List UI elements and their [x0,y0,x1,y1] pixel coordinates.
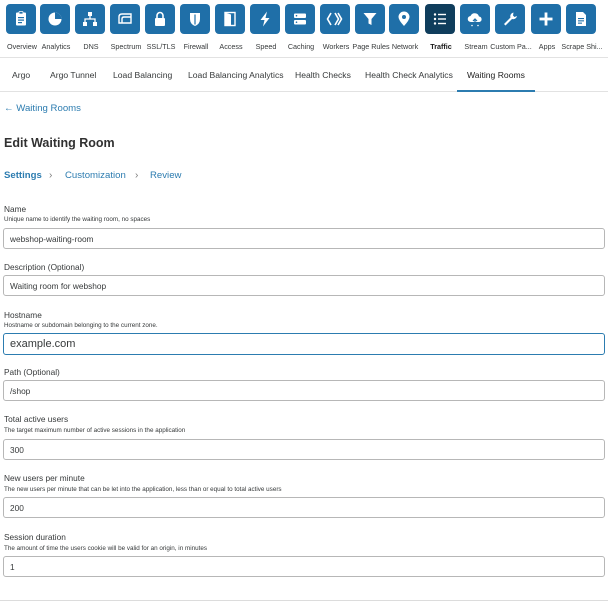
back-to-waiting-rooms-link[interactable]: ← Waiting Rooms [4,103,81,114]
door-icon [215,4,245,34]
name-help: Unique name to identify the waiting room… [4,216,151,223]
description-label: Description (Optional) [4,262,85,272]
total-active-users-help: The target maximum number of active sess… [4,427,186,434]
step-customization[interactable]: Customization [65,170,126,181]
spectrum-icon [110,4,140,34]
lightning-icon [250,4,280,34]
wrench-icon [495,4,525,34]
step-settings[interactable]: Settings [4,170,42,181]
clipboard-icon [6,4,36,34]
tab-health-check-analytics[interactable]: Health Check Analytics [365,58,453,92]
document-icon [566,4,596,34]
app-scrape-shield[interactable]: Scrape Shi... [561,4,603,54]
session-duration-label: Session duration [4,532,66,542]
hostname-input[interactable] [3,333,605,355]
tab-waiting-rooms[interactable]: Waiting Rooms [457,58,535,92]
pie-chart-icon [40,4,70,34]
path-input[interactable] [3,380,605,401]
tab-load-balancing-analytics[interactable]: Load Balancing Analytics [188,58,284,92]
step-review[interactable]: Review [150,170,181,181]
total-active-users-label: Total active users [4,414,69,424]
lock-icon [145,4,175,34]
location-pin-icon [389,4,419,34]
session-duration-input[interactable] [3,556,605,577]
shield-icon [180,4,210,34]
tab-load-balancing[interactable]: Load Balancing [113,58,172,92]
new-users-per-minute-help: The new users per minute that can be let… [4,486,282,493]
new-users-per-minute-input[interactable] [3,497,605,518]
network-tree-icon [75,4,105,34]
name-label: Name [4,204,27,214]
server-icon [285,4,315,34]
plus-icon [531,4,561,34]
traffic-subnav: Argo Argo Tunnel Load Balancing Load Bal… [0,57,608,92]
session-duration-help: The amount of time the users cookie will… [4,545,207,552]
top-app-bar: Overview Analytics DNS Spectrum SSL/TLS … [0,0,608,56]
list-icon [425,4,455,34]
tab-health-checks[interactable]: Health Checks [295,58,351,92]
chevron-right-icon: › [135,170,139,181]
path-label: Path (Optional) [4,367,60,377]
hostname-label: Hostname [4,310,42,320]
app-label: Scrape Shi... [561,42,603,51]
cloud-upload-icon [460,4,490,34]
workers-icon [320,4,350,34]
chevron-right-icon: › [49,170,53,181]
page-title: Edit Waiting Room [4,136,115,150]
new-users-per-minute-label: New users per minute [4,473,85,483]
tab-argo[interactable]: Argo [12,58,30,92]
description-input[interactable] [3,275,605,296]
hostname-help: Hostname or subdomain belonging to the c… [4,322,158,329]
divider [0,600,608,601]
total-active-users-input[interactable] [3,439,605,460]
tab-argo-tunnel[interactable]: Argo Tunnel [50,58,96,92]
name-input[interactable] [3,228,605,249]
filter-icon [355,4,385,34]
